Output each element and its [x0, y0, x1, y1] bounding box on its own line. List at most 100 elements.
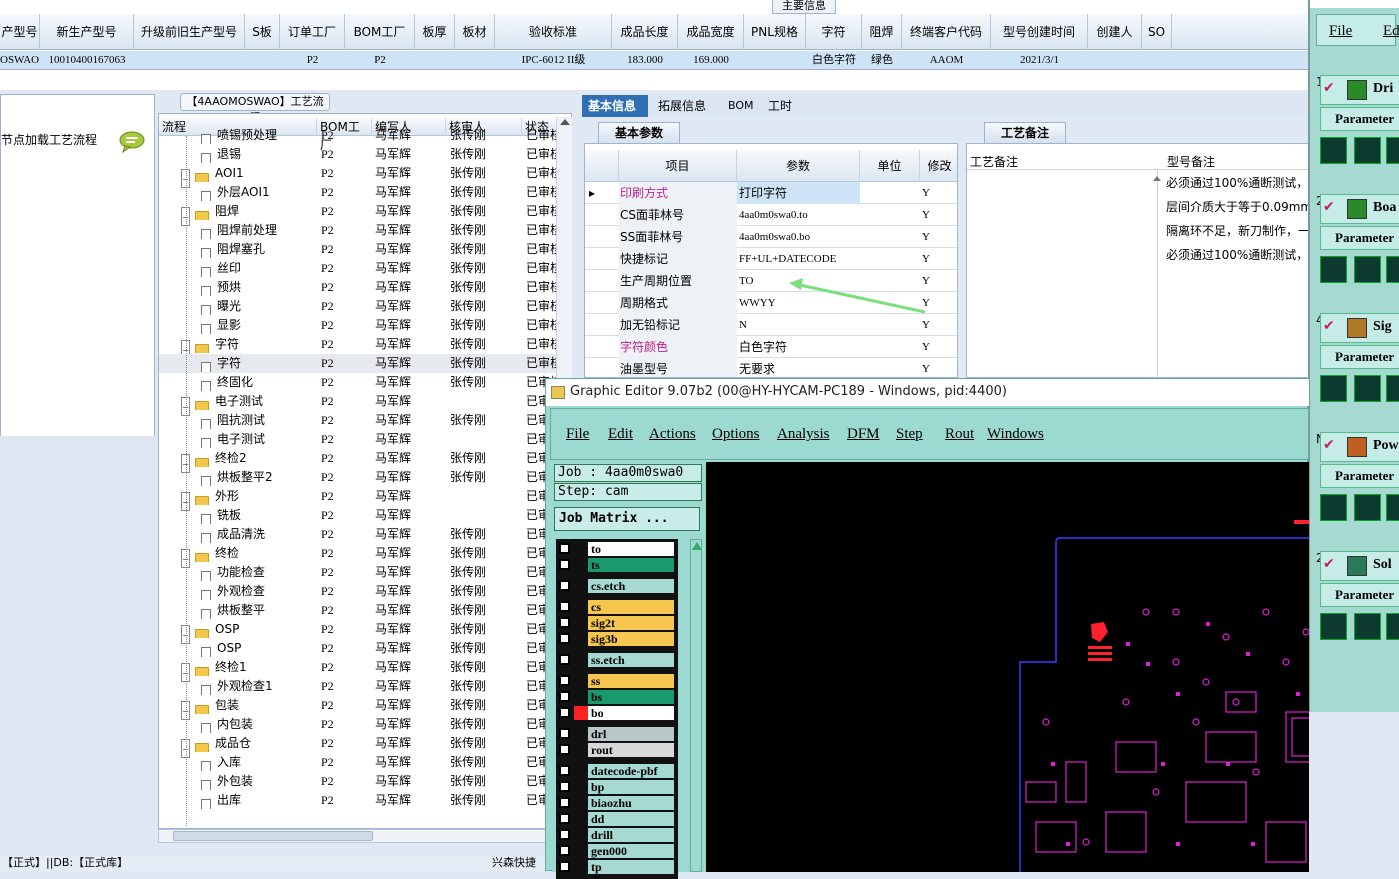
flow-row[interactable]: 丝印 P2 马军辉 张传刚 已审核	[159, 259, 571, 278]
checklist-action-header[interactable]: ✔ Pow	[1320, 432, 1399, 462]
column-header-12[interactable]: 字符	[806, 14, 862, 50]
layer-row[interactable]: bo	[556, 705, 678, 721]
layer-checkbox[interactable]	[559, 728, 570, 739]
flow-row[interactable]: − 终检1 P2 马军辉 张传刚 已审核	[159, 658, 571, 682]
layer-checkbox[interactable]	[559, 829, 570, 840]
flow-row[interactable]: 外观检查1 P2 马军辉 张传刚 已审核	[159, 677, 571, 696]
tab-work-hours[interactable]: 工时	[762, 95, 798, 117]
flow-row[interactable]: OSP P2 马军辉 张传刚 已审核	[159, 639, 571, 658]
flow-row[interactable]: − 包装 P2 马军辉 张传刚 已审核	[159, 696, 571, 720]
menu-actions[interactable]: Actions	[649, 426, 696, 443]
results-icon[interactable]	[1386, 375, 1399, 402]
menu-analysis[interactable]: Analysis	[777, 426, 830, 443]
checklist-action-header[interactable]: ✔ Boa	[1320, 194, 1399, 224]
flow-row[interactable]: − 字符 P2 马军辉 张传刚 已审核	[159, 335, 571, 359]
column-header-11[interactable]: PNL规格	[744, 14, 806, 50]
run-icon[interactable]	[1320, 613, 1347, 640]
flow-row[interactable]: − 终检 P2 马军辉 张传刚 已审核	[159, 544, 571, 568]
flow-row[interactable]: 外观检查 P2 马军辉 张传刚 已审核	[159, 582, 571, 601]
checkmark-icon[interactable]: ✔	[1323, 318, 1335, 334]
layer-row[interactable]: sig3b	[556, 631, 678, 647]
parameters-button[interactable]: Parameter	[1320, 226, 1399, 250]
column-header-3[interactable]: S板	[245, 14, 280, 50]
results-icon[interactable]	[1386, 494, 1399, 521]
layer-row[interactable]: to	[556, 541, 678, 557]
layer-row[interactable]: cs	[556, 599, 678, 615]
checklist-action-header[interactable]: ✔ Sol	[1320, 551, 1399, 581]
parameters-button[interactable]: Parameter	[1320, 464, 1399, 488]
flow-row[interactable]: 曝光 P2 马军辉 张传刚 已审核	[159, 297, 571, 316]
flow-row[interactable]: 阻焊前处理 P2 马军辉 张传刚 已审核	[159, 221, 571, 240]
column-header-17[interactable]: SO	[1142, 14, 1172, 50]
checklist-action-header[interactable]: ✔ Dri	[1320, 75, 1399, 105]
layer-row[interactable]: drl	[556, 726, 678, 742]
flow-horizontal-scrollbar[interactable]	[158, 829, 572, 843]
column-header-10[interactable]: 成品宽度	[678, 14, 744, 50]
results-icon[interactable]	[1386, 137, 1399, 164]
column-header-14[interactable]: 终端客户代码	[902, 14, 991, 50]
run-all-icon[interactable]	[1354, 137, 1381, 164]
parameters-button[interactable]: Parameter	[1320, 107, 1399, 131]
column-header-0[interactable]: 产型号	[0, 14, 40, 50]
flow-row[interactable]: 外包装 P2 马军辉 张传刚 已审核	[159, 772, 571, 791]
layer-row[interactable]: biaozhu	[556, 795, 678, 811]
layer-checkbox[interactable]	[559, 861, 570, 872]
column-header-7[interactable]: 板材	[455, 14, 495, 50]
graphic-editor-titlebar[interactable]: Graphic Editor 9.07b2 (00@HY-HYCAM-PC189…	[546, 379, 1309, 406]
flow-row[interactable]: 烘板整平 P2 马军辉 张传刚 已审核	[159, 601, 571, 620]
layer-checkbox[interactable]	[559, 543, 570, 554]
layer-list-scrollbar[interactable]	[690, 539, 702, 872]
layer-checkbox[interactable]	[559, 845, 570, 856]
layer-checkbox[interactable]	[559, 813, 570, 824]
layer-checkbox[interactable]	[559, 559, 570, 570]
layer-row[interactable]: gen000	[556, 843, 678, 859]
run-icon[interactable]	[1320, 494, 1347, 521]
checkmark-icon[interactable]: ✔	[1323, 80, 1335, 96]
flow-row[interactable]: − 电子测试 P2 马军辉 已审核	[159, 392, 571, 416]
flow-row[interactable]: 显影 P2 马军辉 张传刚 已审核	[159, 316, 571, 335]
layer-row[interactable]: ts	[556, 557, 678, 573]
parameters-button[interactable]: Parameter	[1320, 345, 1399, 369]
flow-row[interactable]: − 阻焊 P2 马军辉 张传刚 已审核	[159, 202, 571, 226]
layer-checkbox[interactable]	[559, 781, 570, 792]
menu-dfm[interactable]: DFM	[847, 426, 880, 443]
column-header-1[interactable]: 新生产型号	[40, 14, 134, 50]
layer-checkbox[interactable]	[559, 617, 570, 628]
menu-edit[interactable]: Edit	[608, 426, 633, 443]
flow-row[interactable]: 内包装 P2 马军辉 张传刚 已审核	[159, 715, 571, 734]
layer-checkbox[interactable]	[559, 707, 570, 718]
flow-row[interactable]: 入库 P2 马军辉 张传刚 已审核	[159, 753, 571, 772]
flow-row[interactable]: 预烘 P2 马军辉 张传刚 已审核	[159, 278, 571, 297]
flow-row[interactable]: 字符 P2 马军辉 张传刚 已审核	[159, 354, 571, 373]
flow-row[interactable]: 成品清洗 P2 马军辉 张传刚 已审核	[159, 525, 571, 544]
layer-row[interactable]: cs.etch	[556, 578, 678, 594]
checkmark-icon[interactable]: ✔	[1323, 199, 1335, 215]
layer-row[interactable]: ss.etch	[556, 652, 678, 668]
results-icon[interactable]	[1386, 613, 1399, 640]
layer-row[interactable]: tp	[556, 859, 678, 875]
menu-rout[interactable]: Rout	[945, 426, 974, 443]
run-all-icon[interactable]	[1354, 613, 1381, 640]
column-header-13[interactable]: 阻焊	[862, 14, 902, 50]
layer-checkbox[interactable]	[559, 654, 570, 665]
main-info-tab[interactable]: 主要信息	[772, 0, 836, 14]
run-icon[interactable]	[1320, 137, 1347, 164]
basic-params-tab[interactable]: 基本参数	[598, 122, 680, 143]
column-header-5[interactable]: BOM工厂	[345, 14, 415, 50]
flow-row[interactable]: 铣板 P2 马军辉 已审核	[159, 506, 571, 525]
layer-checkbox[interactable]	[559, 765, 570, 776]
column-header-6[interactable]: 板厚	[415, 14, 455, 50]
flow-row[interactable]: 终固化 P2 马军辉 张传刚 已审核	[159, 373, 571, 392]
run-icon[interactable]	[1320, 256, 1347, 283]
layer-checkbox[interactable]	[559, 691, 570, 702]
layer-checkbox[interactable]	[559, 675, 570, 686]
speech-bubble-icon[interactable]	[119, 131, 145, 156]
layer-checkbox[interactable]	[559, 601, 570, 612]
flow-row[interactable]: 阻焊塞孔 P2 马军辉 张传刚 已审核	[159, 240, 571, 259]
flow-row[interactable]: 出库 P2 马军辉 张传刚 已审核	[159, 791, 571, 810]
tab-basic-info[interactable]: 基本信息	[582, 95, 648, 117]
checklist-action-header[interactable]: ✔ Sig	[1320, 313, 1399, 343]
run-all-icon[interactable]	[1354, 494, 1381, 521]
layer-checkbox[interactable]	[559, 797, 570, 808]
menu-options[interactable]: Options	[712, 426, 760, 443]
